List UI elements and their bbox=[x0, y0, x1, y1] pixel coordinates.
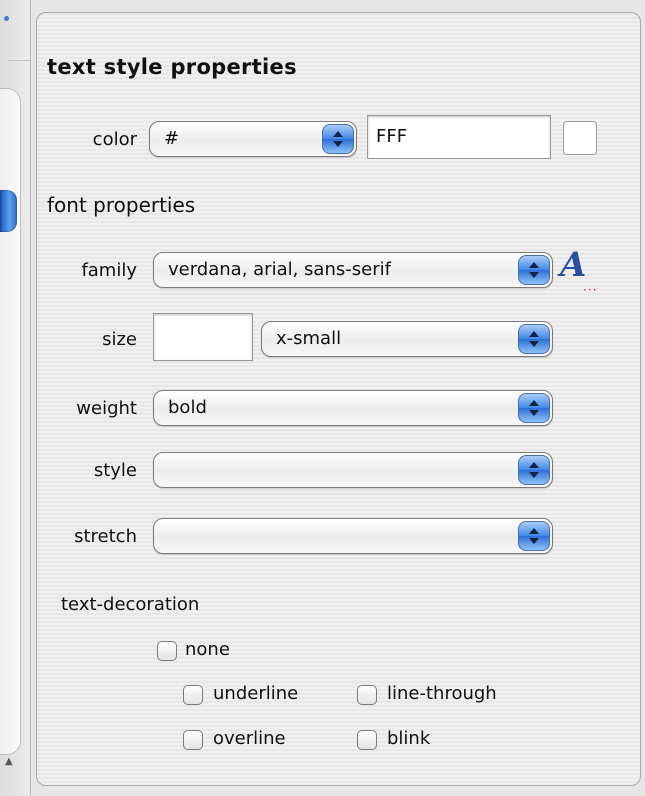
weight-value: bold bbox=[168, 397, 207, 418]
checkbox-none[interactable] bbox=[157, 641, 177, 661]
family-value: verdana, arial, sans-serif bbox=[168, 259, 391, 280]
checkbox-overline-label: overline bbox=[213, 728, 286, 749]
family-label: family bbox=[81, 260, 137, 281]
font-panel-icon[interactable]: A bbox=[560, 245, 586, 285]
chevron-updown-icon bbox=[518, 455, 550, 485]
size-input[interactable] bbox=[153, 313, 253, 361]
weight-label: weight bbox=[76, 398, 137, 419]
divider bbox=[8, 60, 30, 61]
font-panel-dots-icon: ··· bbox=[583, 283, 598, 297]
chevron-updown-icon bbox=[518, 393, 550, 423]
checkbox-line-through[interactable] bbox=[357, 685, 377, 705]
chevron-updown-icon bbox=[518, 521, 550, 551]
style-label: style bbox=[93, 460, 137, 481]
chevron-updown-icon bbox=[322, 124, 354, 154]
scrollbar-thumb[interactable] bbox=[0, 190, 17, 232]
checkbox-line-through-label: line-through bbox=[387, 683, 497, 704]
color-format-select[interactable]: # bbox=[149, 121, 357, 157]
family-select[interactable]: verdana, arial, sans-serif bbox=[153, 252, 553, 288]
window-dot-icon bbox=[4, 16, 9, 21]
left-scroll-strip: ▲ bbox=[0, 0, 31, 796]
color-swatch[interactable] bbox=[563, 121, 597, 155]
color-label: color bbox=[92, 129, 137, 150]
checkbox-underline[interactable] bbox=[183, 685, 203, 705]
font-properties-heading: font properties bbox=[47, 193, 196, 217]
checkbox-blink[interactable] bbox=[357, 730, 377, 750]
color-format-value: # bbox=[164, 128, 180, 149]
color-value-text: FFF bbox=[376, 126, 408, 147]
chevron-updown-icon bbox=[518, 324, 550, 354]
checkbox-none-label: none bbox=[185, 639, 230, 660]
size-unit-value: x-small bbox=[276, 328, 342, 349]
text-style-panel: text style properties color # FFF font p… bbox=[36, 12, 641, 786]
stretch-select[interactable] bbox=[153, 518, 553, 554]
size-label: size bbox=[102, 329, 137, 350]
checkbox-underline-label: underline bbox=[213, 683, 299, 704]
chevron-updown-icon bbox=[518, 255, 550, 285]
weight-select[interactable]: bold bbox=[153, 390, 553, 426]
panel-title: text style properties bbox=[47, 55, 297, 79]
scrollbar-track[interactable] bbox=[0, 88, 21, 755]
size-unit-select[interactable]: x-small bbox=[261, 321, 553, 357]
checkbox-overline[interactable] bbox=[183, 730, 203, 750]
stretch-label: stretch bbox=[74, 526, 137, 547]
style-select[interactable] bbox=[153, 452, 553, 488]
checkbox-blink-label: blink bbox=[387, 728, 431, 749]
text-decoration-label: text-decoration bbox=[61, 594, 200, 615]
color-value-field[interactable]: FFF bbox=[367, 115, 551, 159]
scroll-up-arrow-icon[interactable]: ▲ bbox=[5, 756, 13, 767]
